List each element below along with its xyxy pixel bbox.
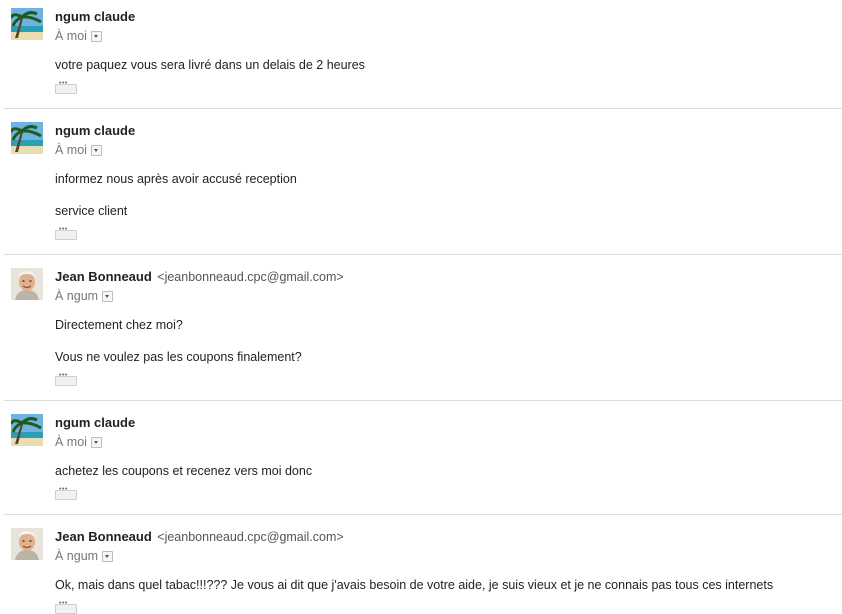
recipient-label: À moi xyxy=(55,435,87,449)
show-trimmed-content-button[interactable] xyxy=(55,226,77,240)
avatar[interactable] xyxy=(11,8,43,40)
beach-photo-icon xyxy=(11,122,43,154)
message-divider xyxy=(4,400,842,401)
man-portrait-icon xyxy=(11,268,43,300)
sender-email[interactable]: <jeanbonneaud.cpc@gmail.com> xyxy=(157,530,343,544)
recipient-details-dropdown-icon[interactable] xyxy=(90,144,102,156)
message-4: Jean Bonneaud <jeanbonneaud.cpc@gmail.co… xyxy=(0,520,842,614)
recipient-label: À moi xyxy=(55,29,87,43)
avatar[interactable] xyxy=(11,528,43,560)
show-trimmed-content-button[interactable] xyxy=(55,80,77,94)
message-body-line: service client xyxy=(55,204,128,218)
message-divider xyxy=(4,254,842,255)
recipient-label: À moi xyxy=(55,143,87,157)
recipient-details-dropdown-icon[interactable] xyxy=(90,436,102,448)
recipient-details-dropdown-icon[interactable] xyxy=(90,30,102,42)
sender-email[interactable]: <jeanbonneaud.cpc@gmail.com> xyxy=(157,270,343,284)
beach-photo-icon xyxy=(11,8,43,40)
message-1: ngum claude À moi informez nous après av… xyxy=(0,114,842,254)
message-2: Jean Bonneaud <jeanbonneaud.cpc@gmail.co… xyxy=(0,260,842,400)
show-trimmed-content-button[interactable] xyxy=(55,372,77,386)
avatar[interactable] xyxy=(11,122,43,154)
recipient-details-dropdown-icon[interactable] xyxy=(102,290,114,302)
sender-name[interactable]: ngum claude xyxy=(55,123,135,138)
recipient-details-dropdown-icon[interactable] xyxy=(102,550,114,562)
message-body-line: Directement chez moi? xyxy=(55,318,183,332)
message-body-line: votre paquez vous sera livré dans un del… xyxy=(55,58,365,72)
message-body-line: achetez les coupons et recenez vers moi … xyxy=(55,464,313,478)
message-body-line: Ok, mais dans quel tabac!!!??? Je vous a… xyxy=(55,578,774,592)
message-body-line: informez nous après avoir accusé recepti… xyxy=(55,172,297,186)
avatar[interactable] xyxy=(11,414,43,446)
message-3: ngum claude À moi achetez les coupons et… xyxy=(0,406,842,514)
beach-photo-icon xyxy=(11,414,43,446)
sender-name[interactable]: Jean Bonneaud xyxy=(55,269,152,284)
show-trimmed-content-button[interactable] xyxy=(55,486,77,500)
avatar[interactable] xyxy=(11,268,43,300)
recipient-label: À ngum xyxy=(55,289,99,303)
message-body-line: Vous ne voulez pas les coupons finalemen… xyxy=(55,350,302,364)
sender-name[interactable]: ngum claude xyxy=(55,415,135,430)
sender-name[interactable]: ngum claude xyxy=(55,9,135,24)
man-portrait-icon xyxy=(11,528,43,560)
message-divider xyxy=(4,514,842,515)
recipient-label: À ngum xyxy=(55,549,99,563)
sender-name[interactable]: Jean Bonneaud xyxy=(55,529,152,544)
message-0: ngum claude À moi votre paquez vous sera… xyxy=(0,0,842,108)
message-divider xyxy=(4,108,842,109)
